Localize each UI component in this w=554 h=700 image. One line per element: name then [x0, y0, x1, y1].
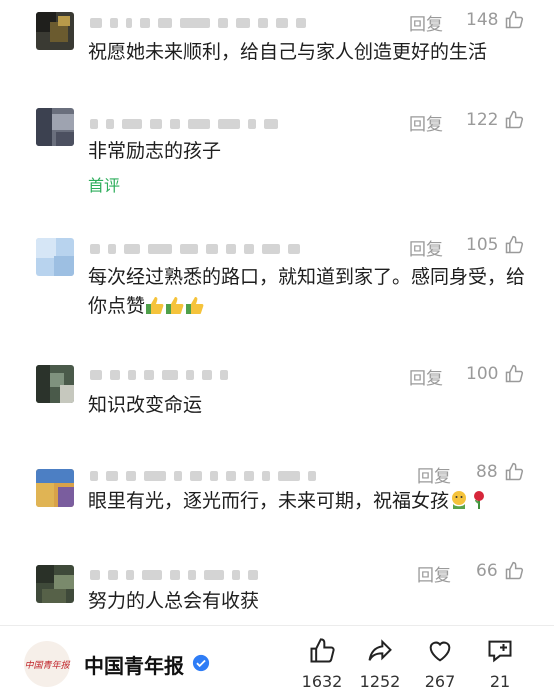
- username-blurred[interactable]: [90, 368, 228, 382]
- thumb-up-icon[interactable]: [504, 235, 524, 255]
- account-name[interactable]: 中国青年报: [84, 650, 184, 679]
- reply-button[interactable]: 回复: [409, 364, 443, 389]
- thumbs-up-emoji-icon: [186, 297, 204, 314]
- comment-text: 祝愿她未来顺利，给自己与家人创造更好的生活: [88, 41, 488, 63]
- reply-button[interactable]: 回复: [417, 561, 451, 586]
- thumb-up-icon[interactable]: [504, 110, 524, 130]
- avatar[interactable]: [36, 238, 74, 276]
- like-total: 1632: [301, 672, 343, 691]
- logo-text: 中国青年报: [24, 660, 70, 671]
- verified-badge-icon: [192, 654, 210, 672]
- username-blurred[interactable]: [90, 117, 278, 131]
- avatar[interactable]: [36, 365, 74, 403]
- like-count: 88: [476, 462, 498, 482]
- thumb-up-icon[interactable]: [504, 561, 524, 581]
- username-blurred[interactable]: [90, 568, 258, 582]
- divider: [0, 625, 554, 626]
- comment-text: 非常励志的孩子: [88, 140, 222, 162]
- add-comment-icon[interactable]: [486, 637, 514, 665]
- thumb-up-icon[interactable]: [308, 637, 336, 665]
- reply-button[interactable]: 回复: [409, 110, 443, 135]
- reply-button[interactable]: 回复: [417, 462, 451, 487]
- username-blurred[interactable]: [90, 242, 300, 256]
- comment-total: 21: [489, 672, 511, 691]
- thumb-up-icon[interactable]: [504, 10, 524, 30]
- first-comment-tag: 首评: [88, 176, 121, 195]
- avatar[interactable]: [36, 12, 74, 50]
- avatar[interactable]: [36, 108, 74, 146]
- like-count: 66: [476, 561, 498, 581]
- comment-text: 努力的人总会有收获: [88, 590, 260, 612]
- like-count: 148: [466, 10, 499, 30]
- thumbs-up-emoji-icon: [166, 297, 184, 314]
- like-count: 100: [466, 364, 499, 384]
- reply-button[interactable]: 回复: [409, 10, 443, 35]
- comment-text: 每次经过熟悉的路口，就知道到家了。感同身受，给你点赞: [88, 263, 533, 321]
- avatar[interactable]: [36, 565, 74, 603]
- like-count: 122: [466, 110, 499, 130]
- thumbs-up-emoji-icon: [146, 297, 164, 314]
- account-logo[interactable]: 中国青年报: [24, 641, 70, 687]
- comment-text: 眼里有光，逐光而行，未来可期，祝福女孩: [88, 487, 538, 516]
- grinning-face-emoji-icon: [452, 491, 467, 509]
- thumb-up-icon[interactable]: [504, 462, 524, 482]
- thumb-up-icon[interactable]: [504, 364, 524, 384]
- comment-text: 知识改变命运: [88, 394, 203, 416]
- rose-emoji-icon: [474, 491, 485, 509]
- share-arrow-icon[interactable]: [366, 637, 394, 665]
- comment-text-content: 眼里有光，逐光而行，未来可期，祝福女孩: [88, 490, 450, 512]
- username-blurred[interactable]: [90, 469, 316, 483]
- heart-icon[interactable]: [426, 637, 454, 665]
- reply-button[interactable]: 回复: [409, 235, 443, 260]
- avatar[interactable]: [36, 469, 74, 507]
- like-count: 105: [466, 235, 499, 255]
- username-blurred[interactable]: [90, 16, 306, 30]
- share-total: 1252: [359, 672, 401, 691]
- favorite-total: 267: [424, 672, 456, 691]
